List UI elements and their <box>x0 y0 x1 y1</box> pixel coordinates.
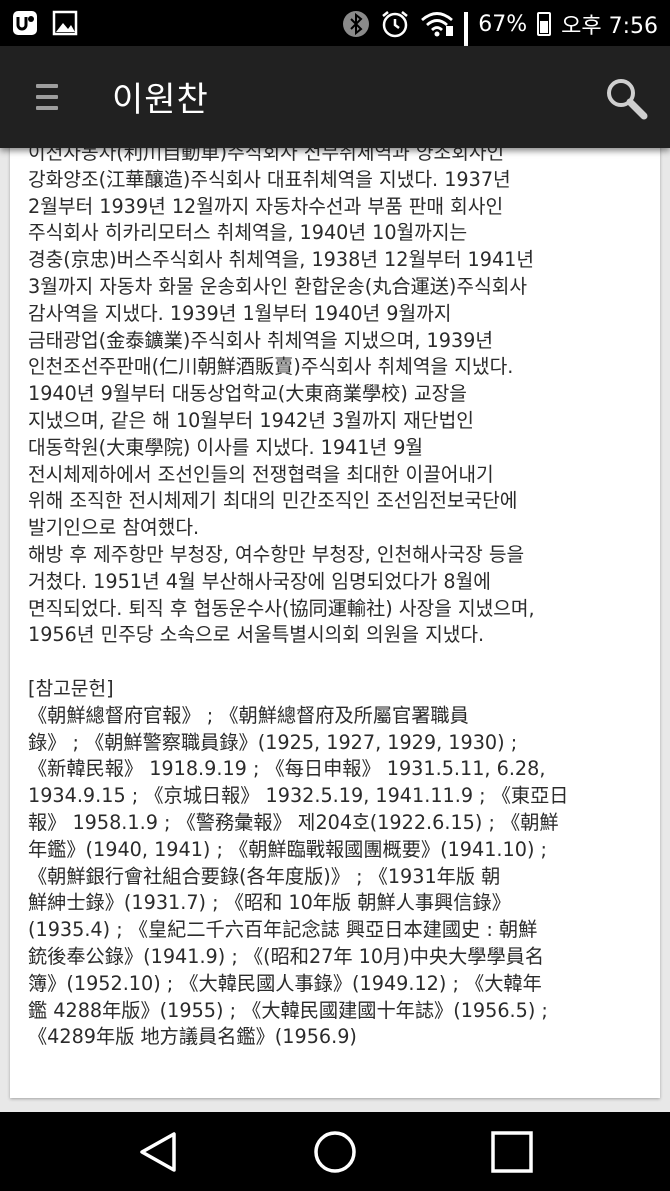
navigation-bar <box>0 1112 670 1191</box>
clock: 오후 7:56 <box>561 14 658 39</box>
app-notification-icon <box>13 11 37 35</box>
status-indicators: 67% 오후 7:56 <box>342 8 658 92</box>
article-line: 대동학원(大東學院) 이사를 지냈다. 1941년 9월 <box>28 435 424 459</box>
reference-line: 《朝鮮銀行會社組合要錄(各年度版)》 ; 《1931年版 朝 <box>28 864 501 888</box>
app-bar: 이원찬 <box>0 46 670 148</box>
reference-line: 《4289年版 地方議員名鑑》(1956.9) <box>28 1025 357 1049</box>
battery-icon <box>537 12 552 36</box>
menu-icon[interactable] <box>36 84 58 110</box>
recents-icon[interactable] <box>488 1128 536 1176</box>
references-list: 《朝鮮總督府官報》 ; 《朝鮮總督府及所屬官署職員錄》 ; 《朝鮮警察職員錄》(… <box>28 703 648 1051</box>
battery-percent: 67% <box>478 11 528 37</box>
article-line: 감사역을 지냈다. 1939년 1월부터 1940년 9월까지 <box>28 301 452 325</box>
reference-line: 報》 1958.1.9 ; 《警務彙報》 제204호(1922.6.15) ; … <box>28 810 559 834</box>
reference-line: 1934.9.15 ; 《京城日報》 1932.5.19, 1941.11.9 … <box>28 784 569 808</box>
reference-line: (1935.4) ; 《皇紀二千六百年記念誌 興亞日本建國史 : 朝鮮 <box>28 918 538 942</box>
article-card: 이천자동차(利川自動車)주식회사 전무취체역과 양조회사인강화양조(江華釀造)주… <box>10 148 660 1098</box>
article-line: 경충(京忠)버스주식회사 취체역을, 1938년 12월부터 1941년 <box>28 248 535 272</box>
reference-line: 銃後奉公錄》(1941.9) ; 《(昭和27年 10月)中央大學學員名 <box>28 944 545 968</box>
article-line: 이천자동차(利川自動車)주식회사 전무취체역과 양조회사인 <box>28 148 505 164</box>
article-line: 1956년 민주당 소속으로 서울특별시의회 의원을 지냈다. <box>28 623 485 647</box>
alarm-icon <box>382 11 408 38</box>
article-line: 위해 조직한 전시체제기 최대의 민간조직인 조선임전보국단에 <box>28 489 518 513</box>
article-line: 면직되었다. 퇴직 후 협동운수사(協同運輸社) 사장을 지냈으며, <box>28 596 535 620</box>
home-icon[interactable] <box>311 1128 359 1176</box>
reference-line: 鑑 4288年版》(1955) ; 《大韓民國建國十年誌》(1956.5) ; <box>28 998 548 1022</box>
page-title: 이원찬 <box>112 80 209 120</box>
article-line: 인천조선주판매(仁川朝鮮酒販賣)주식회사 취체역을 지냈다. <box>28 355 514 379</box>
search-icon[interactable] <box>604 76 648 120</box>
article-line: 강화양조(江華釀造)주식회사 대표취체역을 지냈다. 1937년 <box>28 167 511 191</box>
article-line: 금태광업(金泰鑛業)주식회사 취체역을 지냈으며, 1939년 <box>28 328 494 352</box>
article-line: 발기인으로 참여했다. <box>28 516 200 540</box>
reference-line: 《新韓民報》 1918.9.19 ; 《每日申報》 1931.5.11, 6.2… <box>28 757 546 781</box>
article-line: 해방 후 제주항만 부청장, 여수항만 부청장, 인천해사국장 등을 <box>28 542 525 566</box>
reference-line: 年鑑》(1940, 1941) ; 《朝鮮臨戰報國團概要》(1941.10) ; <box>28 837 547 861</box>
article-line: 주식회사 히카리모터스 취체역을, 1940년 10월까지는 <box>28 221 468 245</box>
status-bar: 67% 오후 7:56 <box>0 0 670 92</box>
article-body: 이천자동차(利川自動車)주식회사 전무취체역과 양조회사인강화양조(江華釀造)주… <box>28 148 648 1051</box>
content-area[interactable]: 이천자동차(利川自動車)주식회사 전무취체역과 양조회사인강화양조(江華釀造)주… <box>0 148 670 1112</box>
image-icon <box>52 10 78 36</box>
article-line: 전시체제하에서 조선인들의 전쟁협력을 최대한 이끌어내기 <box>28 462 494 486</box>
reference-line: 鮮紳士錄》(1931.7) ; 《昭和 10年版 朝鮮人事興信錄》 <box>28 891 511 915</box>
signal-icon <box>464 12 469 92</box>
article-line: 2월부터 1939년 12월까지 자동차수선과 부품 판매 회사인 <box>28 194 504 218</box>
references-heading: [참고문헌] <box>28 676 114 700</box>
article-line: 거쳤다. 1951년 4월 부산해사국장에 임명되었다가 8월에 <box>28 569 491 593</box>
notification-icons <box>12 10 78 36</box>
bluetooth-icon <box>343 11 370 37</box>
reference-line: 錄》 ; 《朝鮮警察職員錄》(1925, 1927, 1929, 1930) ; <box>28 730 518 754</box>
reference-line: 《朝鮮總督府官報》 ; 《朝鮮總督府及所屬官署職員 <box>28 703 469 727</box>
back-icon[interactable] <box>136 1128 184 1176</box>
article-line: 지냈으며, 같은 해 10월부터 1942년 3월까지 재단법인 <box>28 408 474 432</box>
reference-line: 簿》(1952.10) ; 《大韓民國人事錄》(1949.12) ; 《大韓年 <box>28 971 542 995</box>
article-line: 1940년 9월부터 대동상업학교(大東商業學校) 교장을 <box>28 382 467 406</box>
article-line: 3월까지 자동차 화물 운송회사인 환합운송(丸合運送)주식회사 <box>28 274 528 298</box>
wifi-icon <box>421 12 454 37</box>
biography-text: 이천자동차(利川自動車)주식회사 전무취체역과 양조회사인강화양조(江華釀造)주… <box>28 148 648 649</box>
